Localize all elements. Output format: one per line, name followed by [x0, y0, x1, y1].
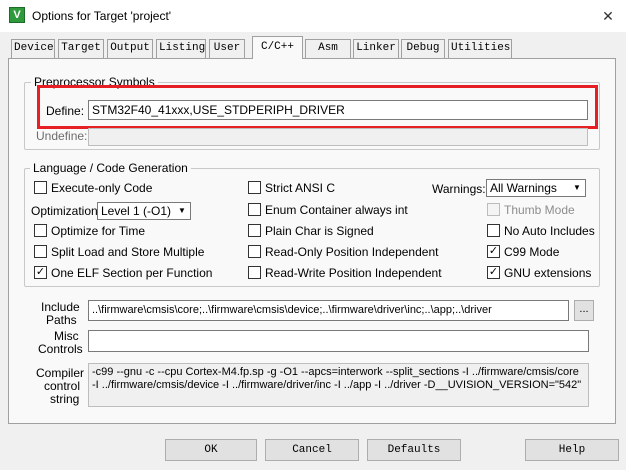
undefine-label: Undefine:	[36, 129, 88, 143]
warnings-label: Warnings:	[432, 182, 486, 196]
ok-button[interactable]: OK	[165, 439, 257, 461]
one-elf-checkbox[interactable]: ✓	[34, 266, 47, 279]
enum-container-checkbox[interactable]	[248, 203, 261, 216]
chevron-down-icon: ▼	[178, 206, 186, 215]
ro-pi-checkbox[interactable]	[248, 245, 261, 258]
misc-label-line1: Misc	[54, 329, 79, 343]
tab-asm[interactable]: Asm	[305, 39, 351, 58]
enum-container-label: Enum Container always int	[265, 203, 408, 217]
rw-pi-checkbox[interactable]	[248, 266, 261, 279]
plain-char-checkbox[interactable]	[248, 224, 261, 237]
tab-debug[interactable]: Debug	[401, 39, 445, 58]
strict-ansi-label: Strict ANSI C	[265, 181, 336, 195]
misc-controls-input[interactable]	[88, 330, 589, 352]
c99-mode-label: C99 Mode	[504, 245, 560, 259]
compiler-label-line3: string	[50, 392, 80, 406]
execute-only-label: Execute-only Code	[51, 181, 153, 195]
tab-utilities[interactable]: Utilities	[448, 39, 512, 58]
no-auto-includes-checkbox[interactable]	[487, 224, 500, 237]
compiler-label-line2: control	[44, 379, 81, 393]
gnu-extensions-label: GNU extensions	[504, 266, 592, 280]
warnings-select-value: All Warnings	[490, 181, 557, 195]
tab-listing[interactable]: Listing	[156, 39, 206, 58]
tab-device[interactable]: Device	[11, 39, 55, 58]
c99-mode-checkbox[interactable]: ✓	[487, 245, 500, 258]
window-title: Options for Target 'project'	[32, 9, 172, 23]
include-label-line2: Paths	[46, 313, 77, 327]
keil-app-icon: V	[9, 7, 25, 23]
tab-user[interactable]: User	[209, 39, 245, 58]
thumb-mode-checkbox[interactable]	[487, 203, 500, 216]
execute-only-checkbox[interactable]	[34, 181, 47, 194]
warnings-select[interactable]: All Warnings ▼	[486, 179, 586, 197]
ro-pi-label: Read-Only Position Independent	[265, 245, 439, 259]
help-button[interactable]: Help	[525, 439, 619, 461]
split-load-label: Split Load and Store Multiple	[51, 245, 205, 259]
tab-output[interactable]: Output	[107, 39, 153, 58]
no-auto-includes-label: No Auto Includes	[504, 224, 595, 238]
plain-char-label: Plain Char is Signed	[265, 224, 374, 238]
one-elf-label: One ELF Section per Function	[51, 266, 213, 280]
optimize-time-label: Optimize for Time	[51, 224, 146, 238]
compiler-control-string: -c99 --gnu -c --cpu Cortex-M4.fp.sp -g -…	[88, 363, 589, 407]
codegen-group-title: Language / Code Generation	[30, 161, 191, 175]
optimization-select-value: Level 1 (-O1)	[101, 204, 172, 218]
chevron-down-icon: ▼	[573, 183, 581, 192]
strict-ansi-checkbox[interactable]	[248, 181, 261, 194]
include-paths-browse-button[interactable]: ...	[574, 300, 594, 321]
rw-pi-label: Read-Write Position Independent	[265, 266, 442, 280]
thumb-mode-label: Thumb Mode	[504, 203, 575, 217]
compiler-label-line1: Compiler	[36, 366, 85, 380]
tab-c-cpp[interactable]: C/C++	[252, 36, 303, 59]
defaults-button[interactable]: Defaults	[367, 439, 461, 461]
tab-target[interactable]: Target	[58, 39, 104, 58]
optimization-label: Optimization:	[31, 204, 102, 218]
include-paths-input[interactable]: ..\firmware\cmsis\core;..\firmware\cmsis…	[88, 300, 569, 321]
optimize-time-checkbox[interactable]	[34, 224, 47, 237]
optimization-select[interactable]: Level 1 (-O1) ▼	[97, 202, 191, 220]
include-label-line1: Include	[41, 300, 80, 314]
undefine-input[interactable]	[88, 128, 588, 146]
gnu-extensions-checkbox[interactable]: ✓	[487, 266, 500, 279]
highlight-box	[37, 85, 598, 129]
misc-label-line2: Controls	[38, 342, 83, 356]
close-icon[interactable]: ✕	[596, 4, 620, 28]
cancel-button[interactable]: Cancel	[265, 439, 359, 461]
tab-linker[interactable]: Linker	[353, 39, 399, 58]
split-load-checkbox[interactable]	[34, 245, 47, 258]
